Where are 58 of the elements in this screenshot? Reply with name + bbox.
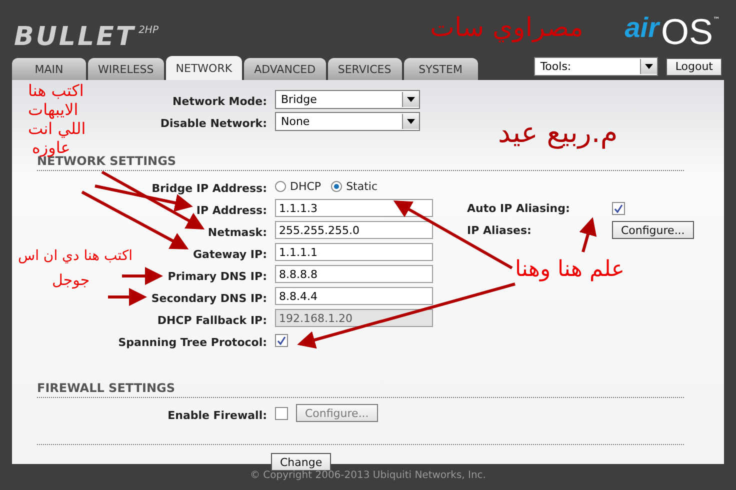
- field-label: Network Mode:: [172, 94, 267, 108]
- field-label: Netmask:: [208, 226, 267, 238]
- field-label: Disable Network:: [160, 116, 267, 130]
- tab[interactable]: MAIN: [12, 58, 86, 80]
- annotation-text: جوجل: [52, 272, 90, 288]
- section-title: FIREWALL SETTINGS: [37, 381, 684, 398]
- logo-os: OS: [660, 14, 713, 50]
- field-label: Spanning Tree Protocol:: [118, 336, 267, 348]
- checkbox[interactable]: [612, 202, 625, 214]
- field-label: Secondary DNS IP:: [151, 292, 267, 304]
- caret-icon: [640, 59, 658, 74]
- field-label: IP Aliases:: [467, 224, 532, 236]
- input-field[interactable]: 8.8.8.8: [275, 265, 433, 283]
- caret-icon: [402, 114, 419, 128]
- annotation-text: اللي انت: [28, 120, 86, 138]
- field-label: DHCP Fallback IP:: [157, 314, 267, 326]
- field-label: Auto IP Aliasing:: [467, 202, 571, 214]
- arrow: [122, 267, 163, 285]
- arrow: [579, 217, 597, 252]
- caret-icon: [402, 92, 419, 106]
- field-label: Bridge IP Address:: [152, 182, 267, 194]
- dropdown[interactable]: Bridge: [275, 90, 420, 108]
- tab[interactable]: SYSTEM: [404, 58, 478, 80]
- field-label: Primary DNS IP:: [168, 270, 267, 282]
- configure-button[interactable]: Configure...: [612, 221, 694, 239]
- tools-dropdown[interactable]: Tools:: [534, 57, 658, 76]
- tab[interactable]: SERVICES: [328, 58, 402, 80]
- checkbox[interactable]: [275, 334, 288, 346]
- copyright-text: © Copyright 2006-2013 Ubiquiti Networks, Inc.: [249, 469, 487, 481]
- logout-button[interactable]: Logout: [666, 58, 722, 76]
- input-field[interactable]: 8.8.4.4: [275, 287, 433, 305]
- annotation-text: اكتب هنا: [28, 82, 84, 100]
- brand-name: BULLET: [14, 24, 136, 50]
- change-button[interactable]: Change: [271, 453, 332, 471]
- logo-air: air: [624, 14, 659, 42]
- field-label: Gateway IP:: [193, 248, 267, 260]
- dropdown[interactable]: None: [275, 112, 420, 130]
- tab[interactable]: NETWORK: [166, 56, 242, 80]
- annotation-text: عاوزه: [32, 139, 70, 157]
- field-label: Enable Firewall:: [168, 408, 267, 422]
- input-field[interactable]: 255.255.255.0: [275, 221, 433, 239]
- radio-label: Static: [346, 180, 378, 192]
- radio-button[interactable]: [331, 180, 342, 192]
- radio-label: DHCP: [290, 180, 322, 192]
- arrow: [108, 288, 147, 306]
- model-label: 2HP: [138, 25, 158, 36]
- input-field[interactable]: 1.1.1.3: [275, 199, 433, 217]
- field-label: IP Address:: [196, 204, 267, 216]
- annotation-text: مصراوي سات: [430, 14, 584, 43]
- checkbox[interactable]: [275, 406, 288, 420]
- tab[interactable]: WIRELESS: [88, 58, 164, 80]
- input-field[interactable]: 1.1.1.1: [275, 243, 433, 261]
- annotation-text: علم هنا وهنا: [515, 258, 625, 282]
- annotation-text: اكتب هنا دي ان اس: [18, 249, 133, 264]
- radio-button[interactable]: [275, 180, 286, 192]
- tab[interactable]: ADVANCED: [244, 58, 326, 80]
- annotation-text: م.ربيع عيد: [498, 118, 618, 149]
- annotation-text: الايبهات: [28, 101, 78, 119]
